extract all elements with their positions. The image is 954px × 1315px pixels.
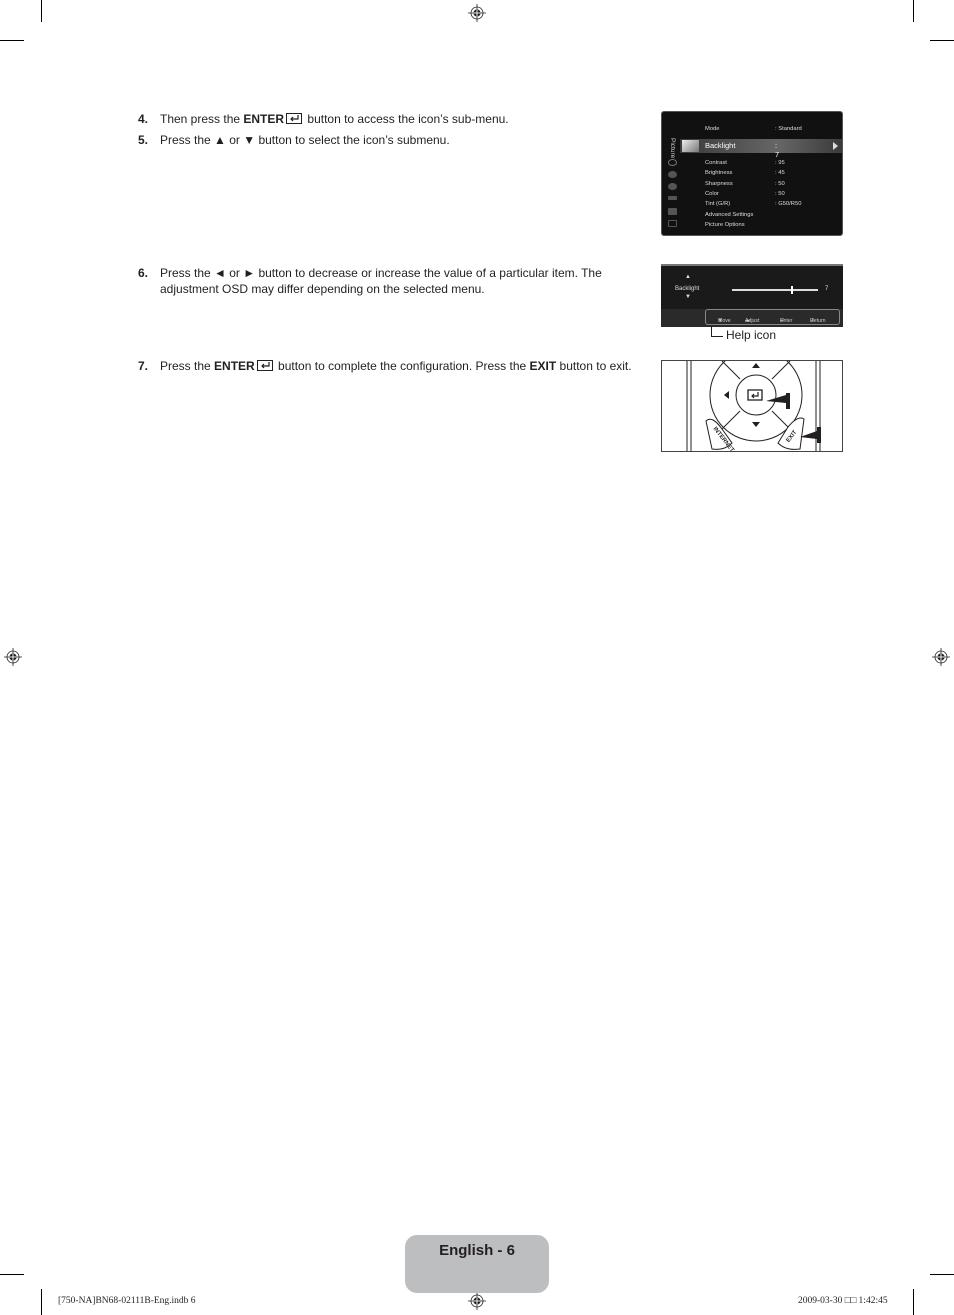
registration-mark-icon	[4, 648, 22, 666]
input-icon	[668, 196, 677, 200]
crop-mark	[913, 0, 914, 22]
step-text: Press the ▲ or ▼ button to select the ic…	[160, 133, 450, 147]
registration-mark-icon	[932, 648, 950, 666]
remote-control-illustration: INTERNET EXIT	[661, 360, 843, 452]
up-arrow-icon: ▲	[685, 274, 691, 280]
osd-menu-item: Mode: Standard	[705, 126, 802, 132]
osd-menu-item: Brightness: 45	[705, 170, 785, 176]
print-timestamp: 2009-03-30 □□ 1:42:45	[798, 1296, 888, 1306]
help-bar: ⬍ Move ◂▸ Adjust ⏎ Enter ↺ Return	[705, 309, 840, 325]
enter-icon	[256, 360, 273, 371]
step-text: button to complete the configuration. Pr…	[274, 359, 530, 373]
step-text: button to access the icon’s sub-menu.	[304, 112, 509, 126]
crop-mark	[41, 1289, 42, 1315]
page-label: English - 6	[439, 1242, 515, 1259]
osd-menu-item: Picture Options	[705, 222, 745, 228]
registration-mark-icon	[468, 1292, 486, 1310]
arrow-right-icon	[833, 142, 838, 150]
osd-menu-item: Contrast: 95	[705, 160, 785, 166]
step-text: adjustment OSD may differ depending on t…	[160, 282, 485, 296]
adjust-label: Backlight	[675, 286, 700, 292]
picture-icon	[682, 140, 699, 152]
crop-mark	[0, 40, 24, 41]
enter-keyword: ENTER	[243, 112, 285, 126]
page-number-badge: English - 6	[405, 1235, 549, 1293]
osd-menu-item-selected: Backlight: 7	[705, 141, 780, 159]
application-icon	[668, 208, 677, 215]
help-icon-callout: Help icon	[726, 328, 777, 342]
slider-value: 7	[825, 286, 829, 292]
step-number: 7.	[138, 359, 149, 373]
support-icon	[668, 220, 677, 227]
step-text: Then press the	[160, 112, 244, 126]
remote-drawing: INTERNET EXIT	[686, 361, 821, 451]
setup-icon	[668, 183, 677, 190]
osd-menu-item: Advanced Settings	[705, 212, 754, 218]
enter-keyword: ENTER	[214, 359, 255, 373]
crop-mark	[0, 1274, 24, 1275]
crop-mark	[930, 40, 954, 41]
registration-mark-icon	[468, 4, 486, 22]
osd-menu-item: Color: 50	[705, 191, 785, 197]
step-number: 6.	[138, 266, 149, 280]
step-text: button to exit.	[556, 359, 632, 373]
exit-keyword: EXIT	[529, 359, 557, 373]
slider-track	[732, 289, 818, 291]
sound-icon	[668, 159, 677, 166]
enter-icon	[286, 113, 303, 124]
file-slug: [750-NA]BN68-02111B-Eng.indb 6	[58, 1296, 196, 1306]
osd-menu-item: Tint (G/R): G50/R50	[705, 201, 802, 207]
slider-knob	[791, 286, 794, 294]
crop-mark	[930, 1274, 954, 1275]
osd-menu-item: Sharpness: 50	[705, 181, 785, 187]
callout-line	[711, 336, 723, 337]
osd-adjust-panel: ▲ Backlight ▼ 7 ⬍ Move ◂▸ Adjust ⏎ Enter…	[661, 264, 843, 327]
channel-icon	[668, 171, 677, 178]
crop-mark	[913, 1289, 914, 1315]
osd-picture-menu: Picture Mode: Standard Backlight: 7 Cont…	[661, 111, 843, 236]
step-text: Press the	[160, 359, 215, 373]
step-number: 4.	[138, 112, 149, 126]
down-arrow-icon: ▼	[685, 294, 691, 300]
crop-mark	[41, 0, 42, 22]
step-number: 5.	[138, 133, 149, 147]
step-text: Press the ◄ or ► button to decrease or i…	[160, 266, 602, 280]
